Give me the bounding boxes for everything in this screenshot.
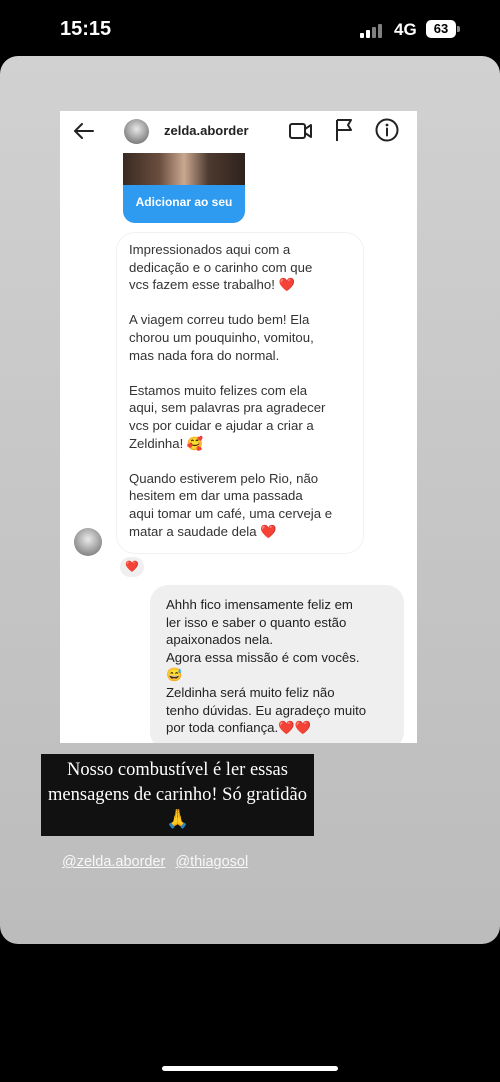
mentions: @zelda.aborder @thiagosol (62, 854, 254, 870)
received-message-text: Impressionados aqui com a dedicação e o … (129, 242, 333, 539)
clock: 15:15 (60, 18, 112, 40)
avatar[interactable] (124, 119, 149, 144)
sent-message-bubble: Ahhh fico imensamente feliz em ler isso … (150, 585, 404, 743)
story-caption: Nosso combustível é ler essas mensagens … (41, 754, 314, 836)
add-to-story-button[interactable]: Adicionar ao seu story (123, 185, 245, 243)
back-arrow-icon[interactable] (72, 119, 96, 143)
received-message-bubble: Impressionados aqui com a dedicação e o … (117, 233, 363, 553)
video-call-icon[interactable] (288, 119, 314, 143)
mention-thiagosol[interactable]: @thiagosol (175, 854, 248, 870)
dm-username[interactable]: zelda.aborder (164, 123, 249, 138)
info-icon[interactable] (374, 117, 400, 143)
network-label: 4G (394, 20, 417, 39)
dm-header: zelda.aborder (60, 111, 417, 153)
heart-reaction[interactable]: ❤️ (120, 557, 144, 577)
story-card[interactable]: zelda.aborder Adicionar ao seu story Imp… (0, 56, 500, 944)
mention-zelda[interactable]: @zelda.aborder (62, 854, 165, 870)
dm-screenshot: zelda.aborder Adicionar ao seu story Imp… (60, 111, 417, 743)
home-indicator[interactable] (162, 1066, 338, 1071)
story-preview-image (123, 153, 245, 185)
flag-icon[interactable] (332, 117, 356, 143)
status-bar: 15:15 4G 63 (0, 0, 500, 58)
battery-tip (457, 26, 460, 32)
sender-avatar[interactable] (74, 528, 102, 556)
battery-icon: 63 (426, 20, 456, 38)
signal-icon (360, 24, 386, 38)
sent-message-text: Ahhh fico imensamente feliz em ler isso … (166, 597, 367, 736)
